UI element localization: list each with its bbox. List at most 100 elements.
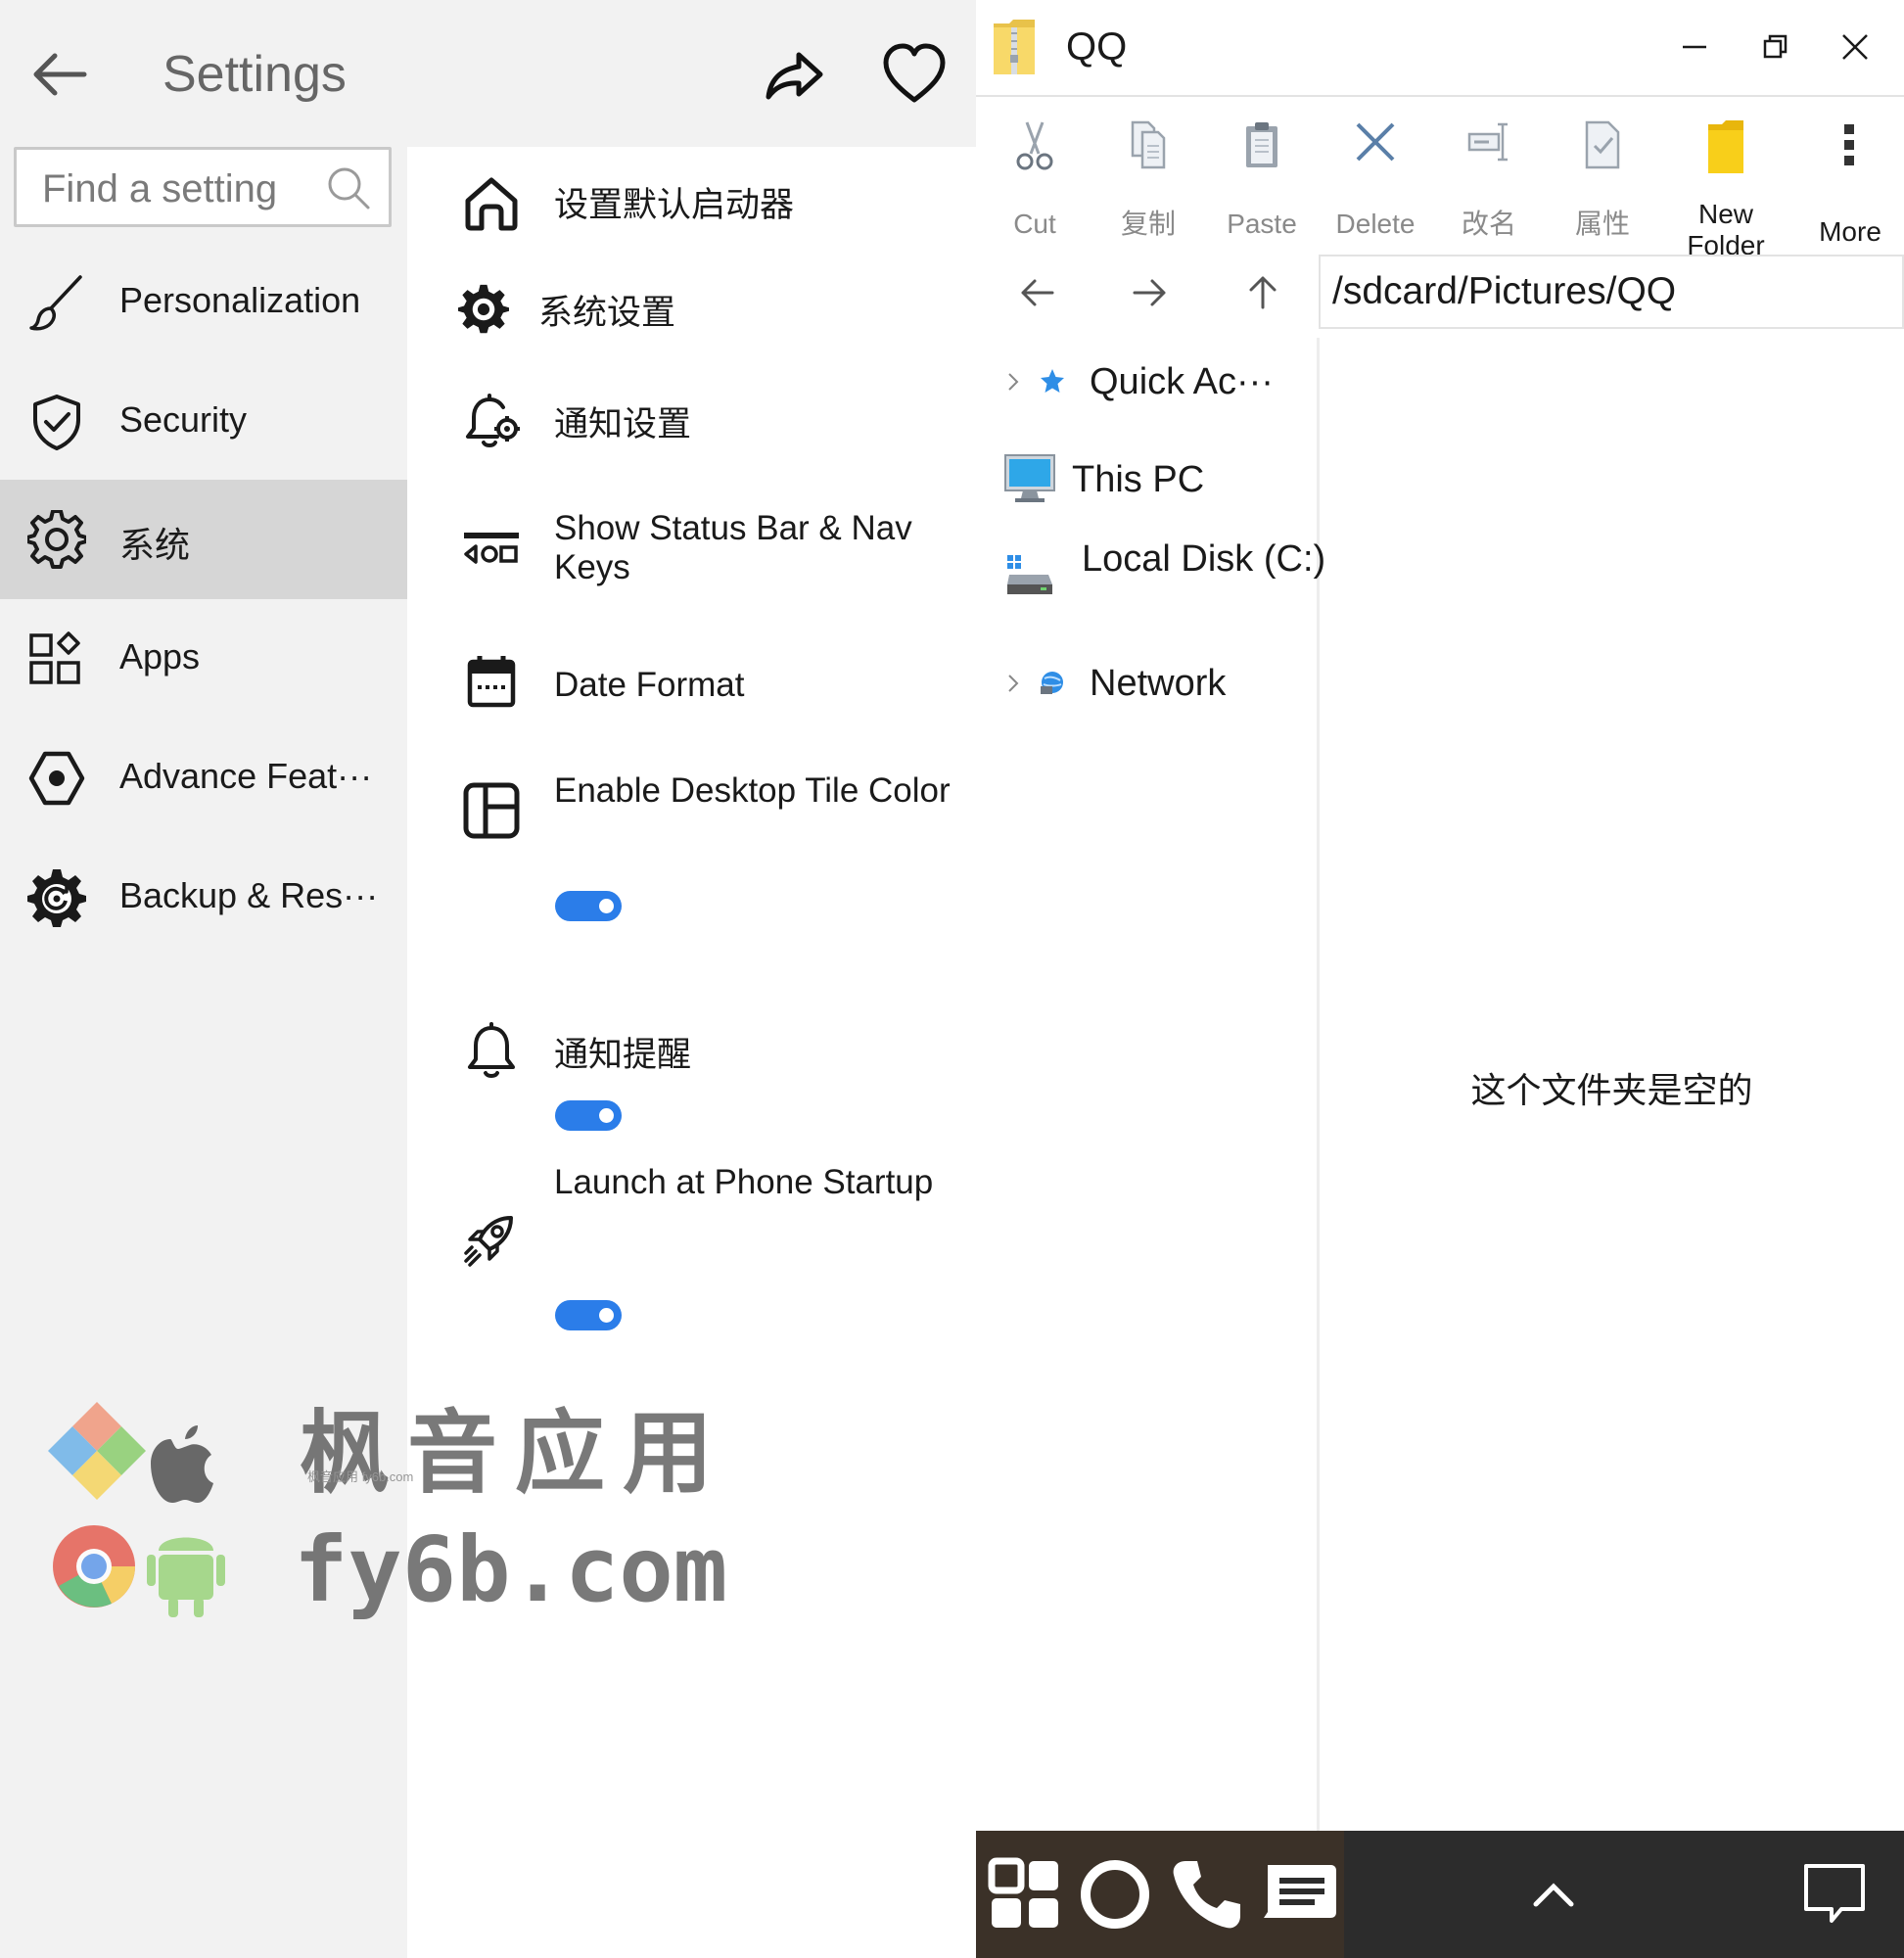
share-icon[interactable] [764, 45, 824, 106]
watermark-logos-icon [48, 1402, 225, 1617]
back-arrow-icon[interactable] [29, 44, 90, 105]
start-tiles-icon[interactable] [986, 1855, 1064, 1934]
messages-icon[interactable] [1260, 1855, 1338, 1934]
tile-icon [463, 782, 520, 839]
tree-item-label: Local Disk (C:) [1082, 538, 1326, 580]
tree-item-label: Quick Ac··· [1090, 361, 1274, 402]
option-status-bar-nav-keys[interactable]: Show Status Bar & Nav Keys [407, 480, 976, 617]
scissors-icon [1016, 121, 1053, 170]
option-label: Enable Desktop Tile Color [554, 771, 951, 810]
address-path: /sdcard/Pictures/QQ [1332, 270, 1677, 312]
sidebar-item-personalization[interactable]: Personalization [0, 243, 407, 362]
close-icon[interactable] [1834, 25, 1877, 69]
paste-button[interactable]: Paste [1208, 118, 1316, 256]
tree-item-local-disk[interactable]: Local Disk (C:) [976, 534, 1326, 631]
notification-reminder-toggle[interactable] [555, 1100, 622, 1131]
folder-zip-icon [994, 20, 1035, 74]
copy-button[interactable]: 复制 [1094, 118, 1202, 256]
ribbon-label: More [1819, 216, 1881, 247]
file-explorer-window: QQ Cut 复制 Paste Delete 改名 属性 New Folder … [976, 0, 1904, 1958]
taskbar-pinned-area [976, 1831, 1344, 1958]
sidebar-item-apps[interactable]: Apps [0, 599, 407, 719]
ribbon-label: Cut [1013, 209, 1056, 239]
gear-icon [458, 284, 509, 334]
sidebar-item-label: Advance Feat··· [119, 756, 373, 796]
tree-item-network[interactable]: Network [976, 649, 1314, 718]
sidebar-item-label: Personalization [119, 280, 361, 320]
action-center-icon[interactable] [1800, 1860, 1869, 1929]
heart-icon[interactable] [881, 41, 948, 108]
tree-item-label: This PC [1072, 459, 1205, 500]
chevron-right-icon[interactable] [1001, 672, 1025, 695]
watermark-small-text: 枫音应用 fy6b.com [307, 1469, 414, 1484]
watermark-text: 枫音应用 [300, 1404, 731, 1504]
option-label: Launch at Phone Startup [554, 1163, 934, 1201]
properties-icon [1585, 120, 1620, 169]
option-label: 通知设置 [554, 405, 692, 443]
option-label: 通知提醒 [554, 1036, 692, 1074]
empty-folder-message: 这个文件夹是空的 [1470, 1070, 1753, 1110]
properties-button[interactable]: 属性 [1549, 118, 1656, 256]
tile-color-toggle[interactable] [555, 891, 622, 921]
rename-button[interactable]: 改名 [1435, 118, 1543, 256]
network-icon [1041, 672, 1063, 694]
ribbon-label: 属性 [1574, 209, 1630, 239]
tree-item-quick-access[interactable]: Quick Ac··· [976, 348, 1314, 416]
apps-grid-icon [29, 631, 80, 684]
phone-icon[interactable] [1168, 1855, 1246, 1934]
gear-icon [27, 510, 86, 569]
file-list-area[interactable]: 这个文件夹是空的 [1320, 338, 1904, 1831]
more-button[interactable]: More [1796, 118, 1904, 256]
option-label: 系统设置 [538, 294, 676, 332]
rocket-icon [464, 1216, 513, 1267]
chevron-up-icon[interactable] [1524, 1865, 1583, 1924]
sidebar-item-security[interactable]: Security [0, 362, 407, 482]
search-icon[interactable] [326, 165, 371, 210]
option-desktop-tile-color[interactable]: Enable Desktop Tile Color [407, 734, 976, 969]
back-arrow-icon[interactable] [1015, 270, 1060, 315]
monitor-icon [1004, 454, 1055, 502]
restore-icon[interactable] [1753, 25, 1796, 69]
address-bar[interactable]: /sdcard/Pictures/QQ [1319, 255, 1904, 329]
option-launch-at-startup[interactable]: Launch at Phone Startup [407, 1163, 976, 1400]
new-folder-button[interactable]: New Folder [1672, 118, 1780, 260]
delete-button[interactable]: Delete [1322, 118, 1429, 256]
chevron-right-icon[interactable] [1001, 370, 1025, 394]
option-label: Show Status Bar & Nav Keys [554, 509, 912, 586]
cut-button[interactable]: Cut [981, 118, 1089, 256]
option-system-settings[interactable]: 系统设置 [407, 256, 976, 368]
option-notification-settings[interactable]: 通知设置 [407, 368, 976, 480]
toggle-knob [599, 899, 614, 913]
window-title: QQ [1066, 25, 1128, 69]
new-folder-icon [1708, 120, 1743, 173]
sidebar-item-system[interactable]: 系统 [0, 480, 407, 599]
launch-startup-toggle[interactable] [555, 1300, 622, 1330]
tree-item-label: Network [1090, 663, 1227, 704]
sidebar-item-label: Backup & Res··· [119, 875, 379, 915]
bell-gear-icon [466, 394, 520, 447]
search-input[interactable] [42, 165, 326, 212]
star-icon [1041, 369, 1064, 393]
title-bar: QQ [976, 0, 1904, 97]
option-notification-reminder[interactable]: 通知提醒 [407, 969, 976, 1165]
search-circle-icon[interactable] [1076, 1855, 1154, 1934]
sidebar-item-advance-features[interactable]: Advance Feat··· [0, 719, 407, 838]
sidebar-item-backup-restore[interactable]: Backup & Res··· [0, 838, 407, 957]
option-default-launcher[interactable]: 设置默认启动器 [407, 147, 976, 256]
sidebar-item-label: Apps [119, 636, 201, 676]
navigation-bar: /sdcard/Pictures/QQ [976, 255, 1904, 333]
search-box[interactable] [14, 147, 392, 227]
minimize-icon[interactable] [1673, 25, 1716, 69]
tree-item-this-pc[interactable]: This PC [976, 445, 1314, 514]
advanced-icon [28, 751, 85, 806]
forward-arrow-icon[interactable] [1127, 270, 1172, 315]
delete-x-icon [1356, 122, 1395, 162]
ribbon-label: 改名 [1461, 209, 1516, 239]
option-date-format[interactable]: Date Format [407, 617, 976, 734]
home-icon [465, 177, 518, 231]
option-label: 设置默认启动器 [554, 186, 795, 224]
up-arrow-icon[interactable] [1240, 270, 1285, 315]
watermark: 枫音应用 fy6b.com 枫音应用 fy6b.com [43, 1380, 728, 1625]
settings-header: Settings [0, 0, 976, 147]
disk-icon [1007, 555, 1052, 594]
